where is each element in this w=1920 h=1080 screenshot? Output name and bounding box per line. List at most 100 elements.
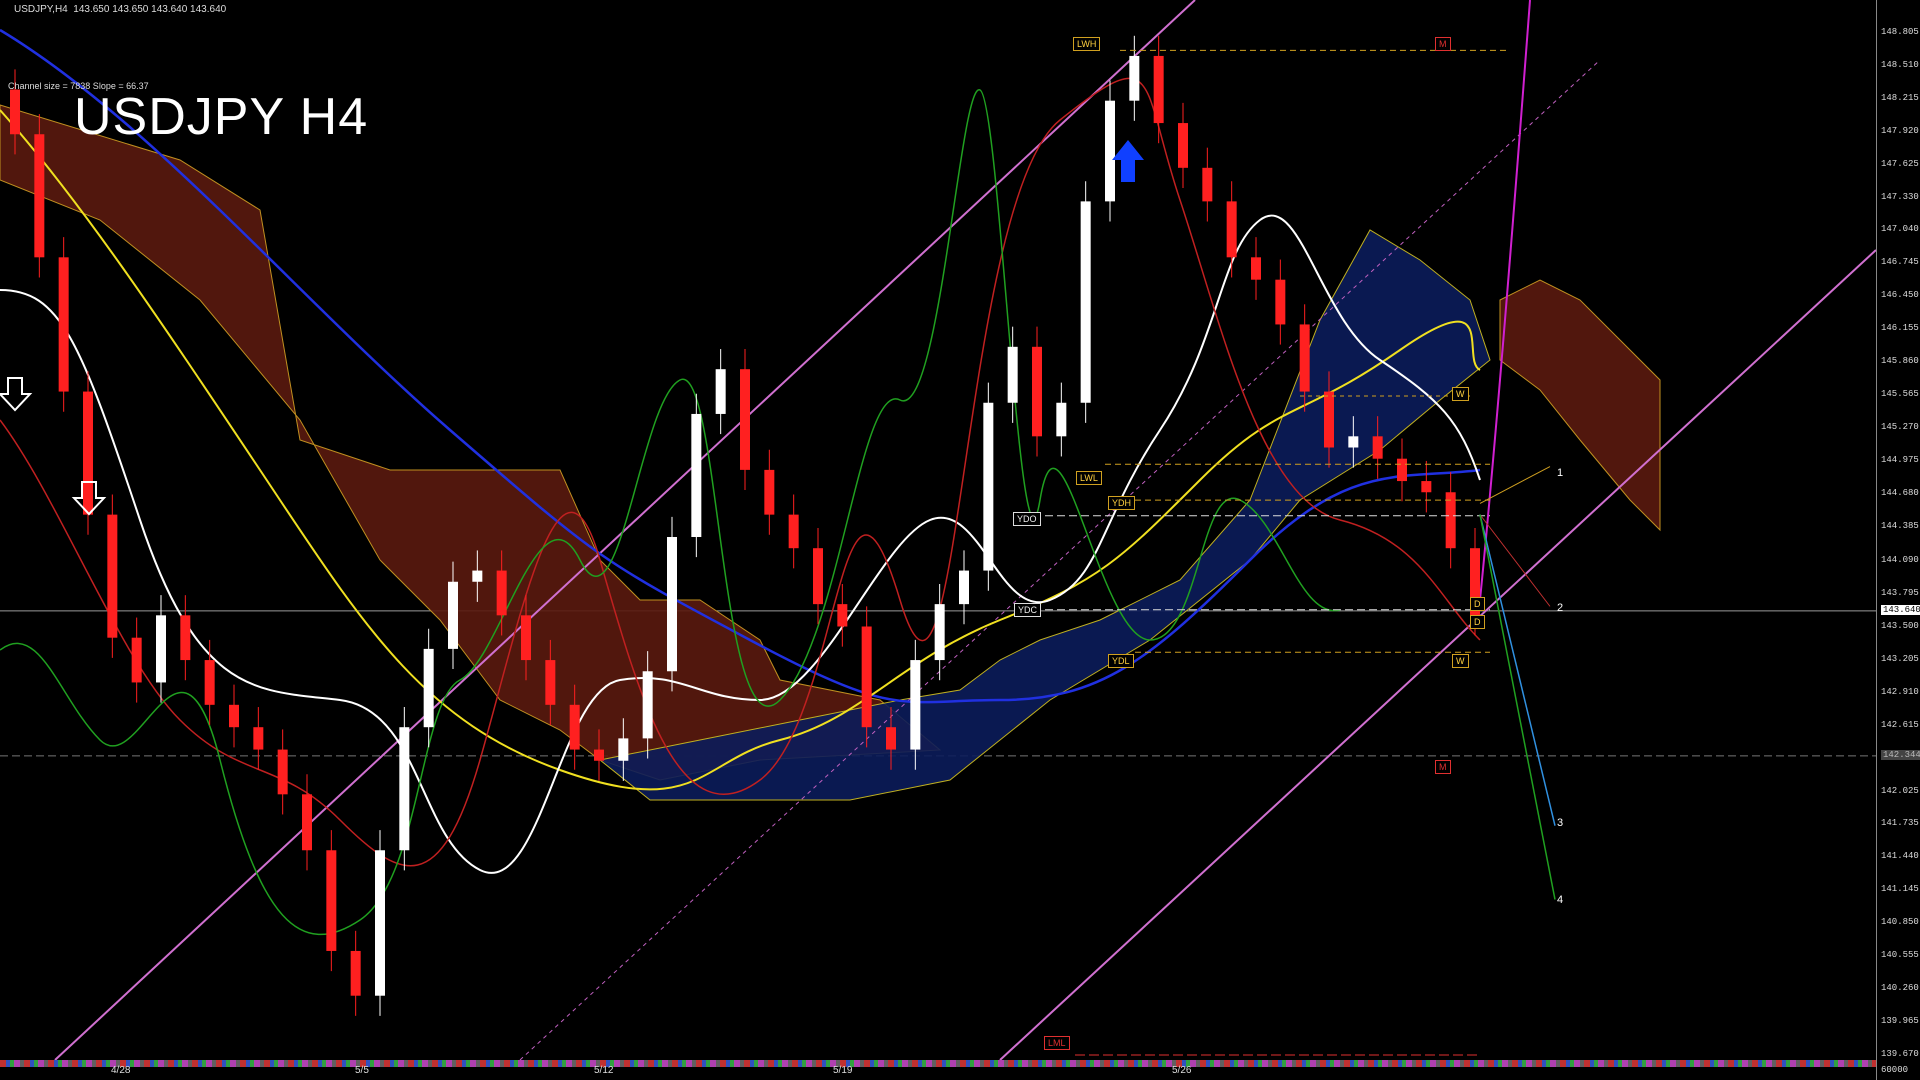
candle-body bbox=[1178, 123, 1188, 168]
d-lower-tag: D bbox=[1470, 615, 1485, 629]
price-tick-label: 141.145 bbox=[1881, 883, 1919, 894]
wave-label-4: 4 bbox=[1557, 894, 1564, 906]
candle-body bbox=[1129, 55, 1140, 101]
candle-body bbox=[1007, 346, 1018, 403]
candle-body bbox=[1251, 257, 1261, 280]
ydh-tag: YDH bbox=[1108, 496, 1136, 510]
price-tick-label: 140.260 bbox=[1881, 982, 1919, 993]
candle-body bbox=[813, 548, 823, 605]
price-tick-label: 143.795 bbox=[1881, 587, 1919, 598]
candle-body bbox=[229, 704, 239, 728]
price-tick-label: 148.215 bbox=[1881, 93, 1919, 103]
price-tick-label: 144.385 bbox=[1881, 521, 1919, 532]
price-tick-label: 146.745 bbox=[1881, 257, 1919, 268]
candle-body bbox=[983, 402, 994, 571]
candle-body bbox=[448, 581, 458, 649]
wave-label-3: 3 bbox=[1557, 817, 1564, 829]
candle-body bbox=[1202, 167, 1213, 202]
candle-body bbox=[253, 727, 264, 750]
price-tick-label: 144.680 bbox=[1881, 488, 1919, 499]
candle-body bbox=[204, 660, 215, 705]
candle-body bbox=[423, 648, 434, 728]
candle-body bbox=[302, 794, 312, 851]
candle-body bbox=[1153, 55, 1164, 124]
session-color-strip bbox=[0, 1060, 1876, 1067]
ichimoku-cloud-future bbox=[1499, 279, 1661, 532]
axis-bottom-label: 60000 bbox=[1881, 1065, 1909, 1075]
price-tick-label: 146.450 bbox=[1881, 290, 1919, 301]
candle-body bbox=[1080, 201, 1091, 403]
price-tick-label: 144.975 bbox=[1881, 455, 1919, 466]
ydc-tag: YDC bbox=[1014, 603, 1042, 617]
price-tick-label: 139.670 bbox=[1881, 1049, 1919, 1059]
price-tick-label: 139.965 bbox=[1881, 1015, 1919, 1026]
channel-mid-line bbox=[519, 59, 1601, 1060]
candle-body bbox=[277, 749, 288, 795]
candle-body bbox=[1372, 436, 1383, 459]
candle-body bbox=[180, 615, 191, 661]
sell-arrow-icon bbox=[0, 377, 33, 412]
candle-body bbox=[667, 537, 677, 672]
ydl-tag: YDL bbox=[1108, 654, 1134, 668]
candle-body bbox=[34, 134, 45, 258]
lower-line-price-label: 142.344 bbox=[1881, 749, 1920, 760]
candle-body bbox=[594, 749, 604, 761]
lwh-tag: LWH bbox=[1073, 37, 1101, 51]
candle-body bbox=[58, 257, 69, 392]
price-tick-label: 145.270 bbox=[1881, 422, 1919, 433]
d-upper-tag: D bbox=[1470, 597, 1485, 611]
candle-body bbox=[959, 570, 969, 605]
candle-body bbox=[715, 369, 726, 414]
lml-tag: LML bbox=[1044, 1036, 1070, 1050]
candle-body bbox=[788, 514, 799, 549]
lwl-tag: LWL bbox=[1076, 471, 1102, 485]
price-tick-label: 147.625 bbox=[1881, 159, 1919, 169]
candle-body bbox=[1032, 346, 1042, 437]
time-label-may19: 5/19 bbox=[833, 1065, 853, 1076]
candle-body bbox=[107, 514, 118, 638]
price-tick-label: 141.735 bbox=[1881, 817, 1919, 828]
candle-body bbox=[350, 950, 361, 996]
candle-body bbox=[399, 727, 410, 851]
candle-body bbox=[156, 615, 166, 683]
candle-body bbox=[837, 604, 848, 627]
time-axis[interactable]: 4/28 5/5 5/12 5/19 5/26 bbox=[0, 1060, 1876, 1080]
price-tick-label: 144.090 bbox=[1881, 554, 1919, 565]
m-mid-tag: M bbox=[1435, 760, 1451, 774]
candle-body bbox=[642, 671, 653, 739]
symbol-info: USDJPY,H4 143.650 143.650 143.640 143.64… bbox=[14, 4, 227, 15]
projection-line-4 bbox=[1479, 514, 1556, 900]
price-tick-label: 147.330 bbox=[1881, 192, 1919, 203]
price-tick-label: 148.510 bbox=[1881, 60, 1919, 70]
price-tick-label: 145.860 bbox=[1881, 356, 1919, 367]
candle-body bbox=[1421, 481, 1432, 493]
candle-body bbox=[886, 727, 896, 750]
candle-body bbox=[1275, 279, 1286, 325]
price-tick-label: 147.920 bbox=[1881, 126, 1919, 136]
channel-upper-line bbox=[54, 0, 1196, 1060]
time-label-may12: 5/12 bbox=[594, 1065, 614, 1076]
time-label-apr28: 4/28 bbox=[111, 1065, 131, 1076]
price-tick-label: 142.615 bbox=[1881, 719, 1919, 730]
price-tick-label: 142.910 bbox=[1881, 686, 1919, 697]
candle-body bbox=[861, 626, 872, 728]
chart-area[interactable]: USDJPY,H4 143.650 143.650 143.640 143.64… bbox=[0, 0, 1876, 1060]
candle-body bbox=[1226, 201, 1237, 258]
candle-body bbox=[740, 369, 750, 470]
price-chart[interactable] bbox=[0, 0, 1876, 1060]
candle-body bbox=[1056, 402, 1067, 437]
candle-body bbox=[1445, 492, 1456, 549]
candle-body bbox=[691, 413, 702, 538]
candle-body bbox=[131, 637, 142, 683]
candle-body bbox=[1324, 391, 1334, 448]
time-label-may5: 5/5 bbox=[355, 1065, 369, 1076]
candle-body bbox=[934, 604, 945, 661]
candle-body bbox=[1299, 324, 1310, 392]
candle-body bbox=[375, 850, 385, 996]
price-axis[interactable]: 148.805 148.510 148.215 147.920 147.625 147.3… bbox=[1876, 0, 1920, 1080]
wave-label-2: 2 bbox=[1557, 602, 1564, 614]
ydo-tag: YDO bbox=[1013, 512, 1041, 526]
w-lower-tag: W bbox=[1452, 654, 1469, 668]
price-tick-label: 141.440 bbox=[1881, 850, 1919, 861]
candle-body bbox=[472, 570, 483, 582]
